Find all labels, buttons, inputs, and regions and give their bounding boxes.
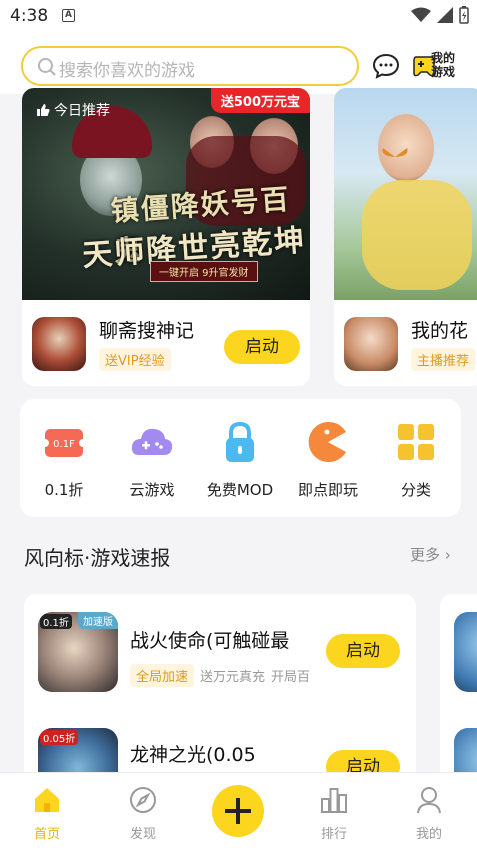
banner-image[interactable]: 今日推荐 送500万元宝 镇僵降妖号百鬼 天师降世亮乾坤 一键开启 9升官发财 [22, 88, 310, 300]
game-name[interactable]: 战火使命(可触碰最 [130, 626, 289, 653]
tab-home[interactable]: 首页 [17, 785, 77, 842]
game-name[interactable]: 我的花 [411, 316, 468, 343]
launch-button[interactable]: 启动 [326, 634, 400, 668]
tab-discover[interactable]: 发现 [113, 785, 173, 842]
lock-icon [217, 419, 263, 465]
wifi-icon [411, 7, 431, 22]
news-card [440, 594, 477, 784]
more-link[interactable]: 更多 › [410, 544, 451, 565]
banner-game-row[interactable]: 聊斋搜神记 送VIP经验 启动 [22, 300, 310, 386]
news-card: 加速版 0.1折 战火使命(可触碰最 全局加速 送万元真充 开局百 启动 0.0… [24, 594, 416, 784]
game-tags: 全局加速 送万元真充 开局百 [130, 664, 310, 687]
quick-entry-label: 免费MOD [206, 481, 274, 499]
launch-button[interactable]: 启动 [224, 330, 300, 364]
my-games-button[interactable]: 我的 游戏 [413, 50, 461, 84]
tab-label: 发现 [129, 827, 156, 842]
tab-label: 排行 [320, 827, 347, 842]
game-tag: 全局加速 [130, 664, 195, 687]
quick-entry-cloud-game[interactable]: 云游戏 [108, 419, 196, 500]
ticket-icon: 0.1F [41, 419, 87, 465]
banner-art-subtitle: 一键开启 9升官发财 [150, 261, 258, 282]
battery-icon [459, 6, 469, 24]
grid-icon [393, 419, 439, 465]
quick-entry-free-mod[interactable]: 免费MOD [196, 419, 284, 500]
top-bar: 搜索你喜欢的游戏 我的 游戏 [0, 34, 477, 94]
message-icon[interactable] [372, 52, 400, 80]
quick-entry-label: 0.1折 [44, 481, 84, 499]
game-icon[interactable] [454, 612, 477, 692]
pacman-icon [305, 419, 351, 465]
search-input[interactable]: 搜索你喜欢的游戏 [21, 46, 359, 86]
quick-entry-instant-play[interactable]: 即点即玩 [284, 419, 372, 500]
system-icons [411, 6, 469, 24]
banner-card[interactable]: 今日推荐 送500万元宝 镇僵降妖号百鬼 天师降世亮乾坤 一键开启 9升官发财 … [22, 88, 310, 386]
butterfly-icon [382, 148, 408, 157]
game-name[interactable]: 龙神之光(0.05 [130, 740, 256, 767]
add-button[interactable] [212, 785, 264, 837]
compass-icon [130, 787, 156, 813]
thumbs-up-icon [37, 104, 50, 116]
game-icon[interactable] [344, 317, 398, 371]
home-icon [35, 788, 59, 812]
banner-card[interactable]: 我的花 主播推荐 [334, 88, 477, 386]
tab-label: 我的 [415, 827, 442, 842]
quick-entry-label: 即点即玩 [297, 481, 358, 499]
quick-entry-panel: 0.1F 0.1折 云游戏 免费MOD 即点即玩 分类 [20, 399, 461, 517]
game-icon[interactable]: 加速版 0.1折 [38, 612, 118, 692]
game-icon[interactable] [32, 317, 86, 371]
quick-entry-label: 云游戏 [129, 481, 175, 499]
game-tag: 送VIP经验 [99, 348, 171, 371]
discount-badge: 0.05折 [40, 730, 79, 745]
my-games-label: 我的 游戏 [431, 51, 456, 79]
news-list-item[interactable]: 加速版 0.1折 战火使命(可触碰最 全局加速 送万元真充 开局百 启动 [24, 594, 416, 704]
tab-label: 首页 [33, 827, 60, 842]
discount-badge: 0.1折 [40, 614, 72, 629]
svg-text:0.1F: 0.1F [53, 439, 75, 450]
bottom-tab-bar: 首页 发现 排行 我的 [0, 772, 477, 848]
cloud-gamepad-icon [129, 419, 175, 465]
search-icon [38, 58, 56, 76]
signal-icon [437, 7, 453, 23]
section-title: 风向标·游戏速报 [24, 546, 171, 570]
plus-icon [225, 798, 251, 824]
profile-icon [417, 787, 441, 814]
game-tag: 送万元真充 [200, 670, 266, 685]
tab-ranking[interactable]: 排行 [304, 785, 364, 842]
banner-game-row[interactable]: 我的花 主播推荐 [334, 300, 477, 386]
banner-image[interactable] [334, 88, 477, 300]
banner-figure [362, 180, 472, 290]
quick-entry-category[interactable]: 分类 [372, 419, 460, 500]
search-placeholder: 搜索你喜欢的游戏 [59, 61, 195, 81]
speed-version-ribbon: 加速版 [78, 612, 118, 629]
tab-profile[interactable]: 我的 [399, 785, 459, 842]
quick-entry-discount[interactable]: 0.1F 0.1折 [20, 419, 108, 500]
quick-entry-label: 分类 [400, 481, 431, 499]
promo-badge: 送500万元宝 [210, 88, 310, 113]
game-tag: 开局百 [271, 670, 311, 685]
game-tag: 主播推荐 [411, 348, 476, 371]
sim-icon: A [62, 9, 75, 22]
ranking-icon [321, 788, 347, 813]
game-name[interactable]: 聊斋搜神记 [99, 316, 194, 343]
chevron-right-icon: › [444, 546, 451, 564]
status-time: 4:38 [10, 6, 49, 26]
today-recommend-tag: 今日推荐 [36, 100, 110, 120]
status-bar: 4:38 A [0, 0, 477, 34]
